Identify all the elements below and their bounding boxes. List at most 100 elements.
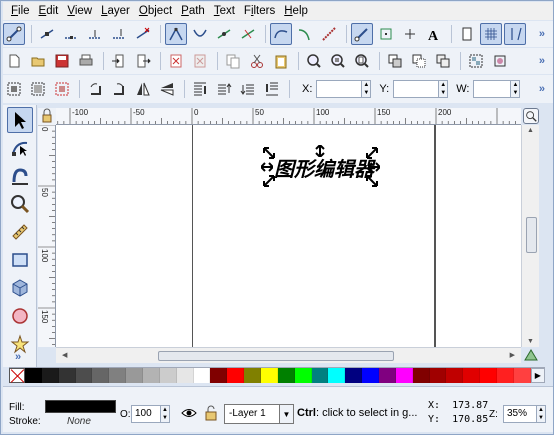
group-icon[interactable] <box>465 50 487 72</box>
palette-swatch[interactable] <box>261 368 278 383</box>
vertical-ruler[interactable]: 0 50 100 150 <box>38 125 56 347</box>
more-button[interactable]: » <box>539 28 545 40</box>
palette-swatch[interactable] <box>210 368 228 383</box>
rotate-cw-icon[interactable] <box>108 78 130 100</box>
export-icon[interactable] <box>132 50 154 72</box>
show-outline-icon[interactable] <box>375 23 397 45</box>
no-paint-swatch[interactable] <box>9 368 25 383</box>
break-path-icon[interactable] <box>84 23 106 45</box>
raise-to-top-icon[interactable] <box>189 78 211 100</box>
undo-icon[interactable] <box>165 50 187 72</box>
horizontal-ruler[interactable]: -100 -50 0 50 100 150 200 <box>56 108 521 125</box>
3d-box-tool-icon[interactable] <box>7 275 33 301</box>
menu-path[interactable]: Path <box>181 5 205 17</box>
duplicate-icon[interactable] <box>384 50 406 72</box>
x-input[interactable] <box>316 80 363 98</box>
palette-swatch[interactable] <box>294 368 312 383</box>
lower-to-bottom-icon[interactable] <box>261 78 283 100</box>
palette-swatch[interactable] <box>75 368 93 383</box>
opacity-input[interactable]: 100 <box>131 405 161 423</box>
zoom-drawing-icon[interactable] <box>327 50 349 72</box>
fill-color-swatch[interactable] <box>45 400 116 413</box>
text-tool-icon[interactable]: A <box>423 23 445 45</box>
lock-guides-icon[interactable] <box>38 108 56 125</box>
w-spinner[interactable]: ▲ ▼ <box>511 80 521 98</box>
stroke-value[interactable]: None <box>67 416 91 427</box>
redo-icon[interactable] <box>189 50 211 72</box>
palette-swatch[interactable] <box>395 368 413 383</box>
ellipse-tool-icon[interactable] <box>7 303 33 329</box>
zoom-spinner[interactable]: ▲ ▼ <box>537 405 546 423</box>
palette-swatch[interactable] <box>311 368 329 383</box>
x-spinner[interactable]: ▲ ▼ <box>362 80 372 98</box>
zoom-selection-icon[interactable] <box>303 50 325 72</box>
stroke-to-path-icon[interactable] <box>318 23 340 45</box>
measure-tool-icon[interactable] <box>7 219 33 245</box>
menu-help[interactable]: Help <box>284 5 308 17</box>
scale-handle-n[interactable] <box>314 145 326 157</box>
paste-icon[interactable] <box>270 50 292 72</box>
palette-swatch[interactable] <box>244 368 262 383</box>
make-curve-icon[interactable] <box>270 23 292 45</box>
node-tool-icon[interactable] <box>7 135 33 161</box>
symmetric-node-icon[interactable] <box>213 23 235 45</box>
opacity-spinner[interactable]: ▲ ▼ <box>161 405 170 423</box>
palette-swatch[interactable] <box>328 368 346 383</box>
scroll-up-arrow[interactable]: ▲ <box>527 127 534 134</box>
tweak-tool-icon[interactable] <box>7 163 33 189</box>
more-button[interactable]: » <box>539 55 545 67</box>
open-folder-icon[interactable] <box>27 50 49 72</box>
menu-view[interactable]: View <box>67 5 92 17</box>
y-spinner[interactable]: ▲ ▼ <box>439 80 449 98</box>
raise-icon[interactable] <box>213 78 235 100</box>
palette-swatch[interactable] <box>176 368 194 383</box>
import-icon[interactable] <box>108 50 130 72</box>
join-nodes-icon[interactable] <box>60 23 82 45</box>
delete-segment-icon[interactable] <box>132 23 154 45</box>
palette-scroll-arrow[interactable]: ▶ <box>530 368 545 383</box>
layer-dropdown-arrow[interactable]: ▼ <box>279 404 294 424</box>
more-button[interactable]: » <box>539 83 545 95</box>
vertical-scrollbar[interactable]: ▲ ▼ <box>521 125 539 347</box>
smooth-node-icon[interactable] <box>189 23 211 45</box>
palette-swatch[interactable] <box>412 368 430 383</box>
flip-vertical-icon[interactable] <box>156 78 178 100</box>
menu-object[interactable]: Object <box>139 5 172 17</box>
next-path-effect-icon[interactable] <box>399 23 421 45</box>
grid-icon[interactable] <box>480 23 502 45</box>
make-line-icon[interactable] <box>294 23 316 45</box>
palette-swatch[interactable] <box>480 368 498 383</box>
zoom-input[interactable]: 35% <box>503 405 537 423</box>
insert-node-icon[interactable] <box>36 23 58 45</box>
palette-swatch[interactable] <box>193 368 211 383</box>
scale-handle-sw[interactable] <box>263 175 275 187</box>
horizontal-scrollbar[interactable]: ◀ ▶ <box>56 347 521 363</box>
eye-icon[interactable] <box>181 406 197 420</box>
scale-handle-nw[interactable] <box>263 147 275 159</box>
cusp-node-icon[interactable] <box>165 23 187 45</box>
menu-layer[interactable]: Layer <box>101 5 130 17</box>
scale-handle-ne[interactable] <box>366 147 378 159</box>
color-management-icon[interactable] <box>524 349 538 361</box>
palette-swatch[interactable] <box>25 368 42 383</box>
palette-swatch[interactable] <box>109 368 127 383</box>
copy-icon[interactable] <box>222 50 244 72</box>
select-nodes-button[interactable] <box>3 23 25 45</box>
ungroup-icon[interactable] <box>489 50 511 72</box>
print-icon[interactable] <box>75 50 97 72</box>
save-icon[interactable] <box>51 50 73 72</box>
select-all-layers-icon[interactable] <box>27 78 49 100</box>
select-all-icon[interactable] <box>3 78 25 100</box>
palette-swatch[interactable] <box>41 368 59 383</box>
selected-text-object[interactable]: 图形编辑器 <box>274 153 374 182</box>
palette-swatch[interactable] <box>277 368 295 383</box>
lock-icon[interactable] <box>205 405 217 421</box>
scroll-down-arrow[interactable]: ▼ <box>527 338 534 345</box>
rotate-ccw-icon[interactable] <box>84 78 106 100</box>
menu-file[interactable]: File <box>11 5 30 17</box>
horizontal-scroll-thumb[interactable] <box>158 351 394 361</box>
page-icon[interactable] <box>456 23 478 45</box>
scroll-left-arrow[interactable]: ◀ <box>62 351 67 359</box>
palette-swatch[interactable] <box>345 368 363 383</box>
scale-handle-w[interactable] <box>261 161 273 173</box>
